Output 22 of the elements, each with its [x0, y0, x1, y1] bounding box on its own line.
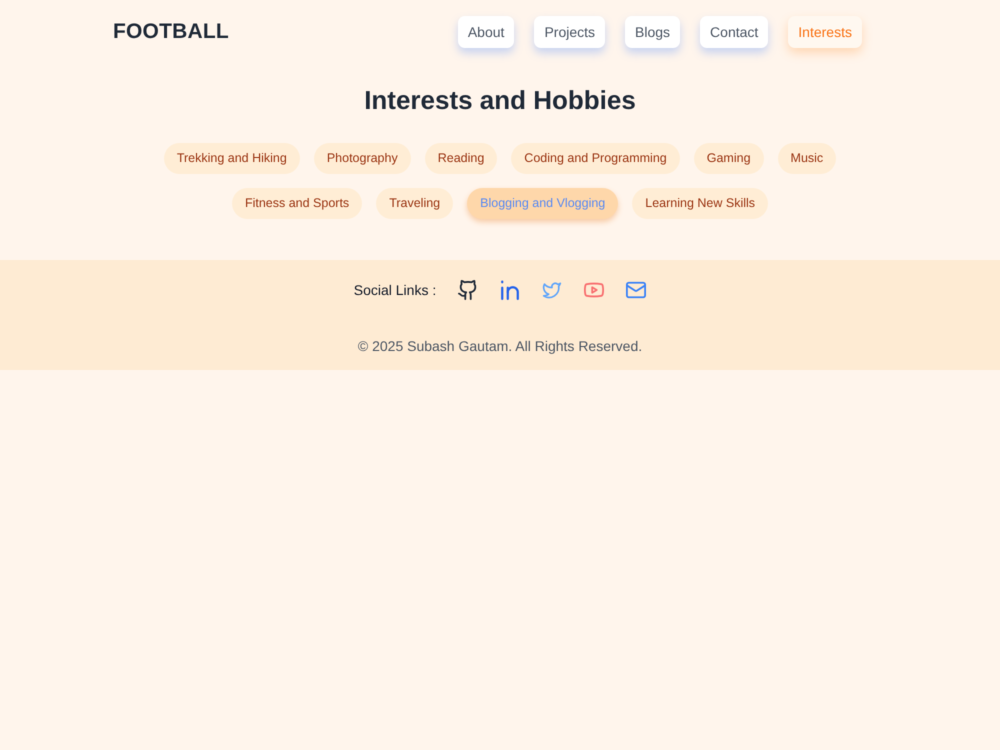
youtube-icon[interactable] [584, 280, 604, 300]
copyright-text: © 2025 Subash Gautam. All Rights Reserved. [358, 337, 642, 356]
mail-icon[interactable] [626, 280, 646, 300]
interest-tag[interactable]: Gaming [694, 143, 764, 174]
github-icon[interactable] [458, 280, 478, 300]
interest-tag[interactable]: Reading [424, 143, 498, 174]
nav-link[interactable]: Contact [700, 16, 768, 48]
nav-link[interactable]: Projects [534, 16, 606, 48]
interest-tag[interactable]: Traveling [376, 188, 454, 219]
interest-tag[interactable]: Trekking and Hiking [164, 143, 300, 174]
twitter-icon[interactable] [542, 280, 562, 300]
linkedin-icon[interactable] [500, 280, 520, 300]
nav-link[interactable]: About [458, 16, 514, 48]
interest-tag[interactable]: Learning New Skills [632, 188, 768, 219]
social-links-label: Social Links : [354, 282, 436, 298]
interest-tag[interactable]: Coding and Programming [511, 143, 680, 174]
interest-tag[interactable]: Photography [314, 143, 411, 174]
nav-link[interactable]: Blogs [625, 16, 680, 48]
section-title: Interests and Hobbies [364, 84, 636, 116]
interest-tag[interactable]: Music [778, 143, 836, 174]
site-logo[interactable]: FOOTBALL [113, 20, 229, 44]
interest-tag[interactable]: Fitness and Sports [232, 188, 362, 219]
